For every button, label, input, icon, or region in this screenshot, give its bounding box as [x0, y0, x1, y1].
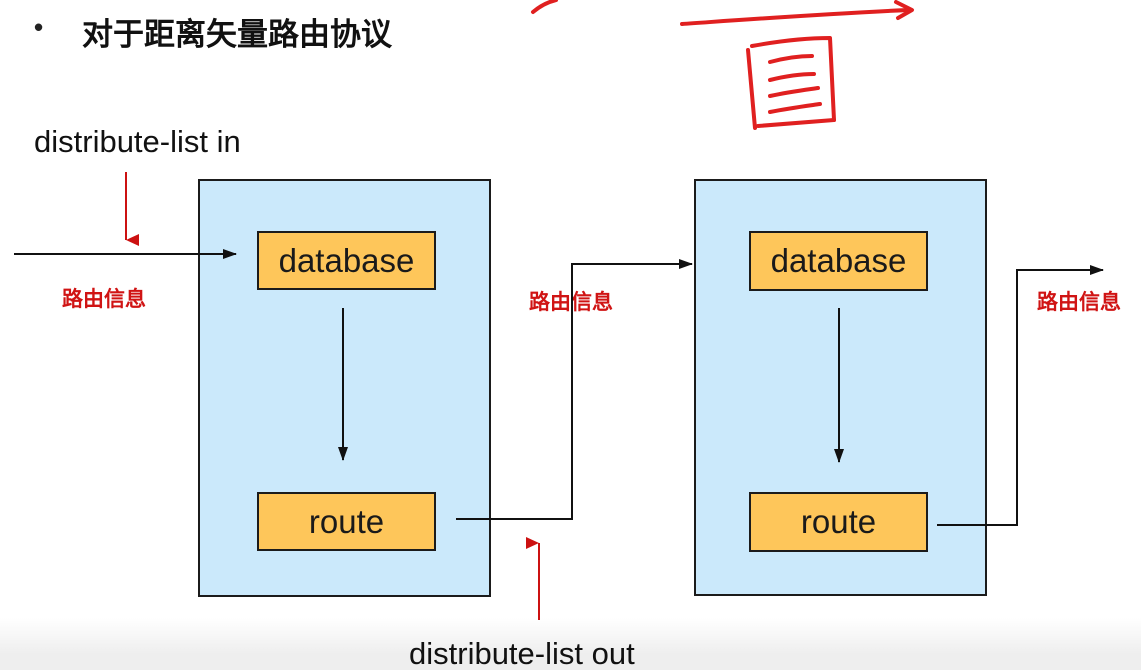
distribute-list-out-label: distribute-list out	[409, 636, 635, 670]
database-box-1: database	[257, 231, 436, 290]
route-info-label-middle: 路由信息	[529, 290, 613, 314]
handwritten-annotation	[531, 0, 914, 130]
route-info-label-right: 路由信息	[1037, 290, 1121, 314]
route-box-1: route	[257, 492, 436, 551]
database-box-2: database	[749, 231, 928, 291]
slide-title: 对于距离矢量路由协议	[82, 17, 392, 53]
slide: • 对于距离矢量路由协议 database route database rou…	[0, 0, 1141, 670]
title-bullet: •	[34, 12, 44, 42]
route-info-label-left: 路由信息	[62, 287, 146, 311]
route-box-2: route	[749, 492, 928, 552]
distribute-list-in-label: distribute-list in	[34, 124, 241, 159]
